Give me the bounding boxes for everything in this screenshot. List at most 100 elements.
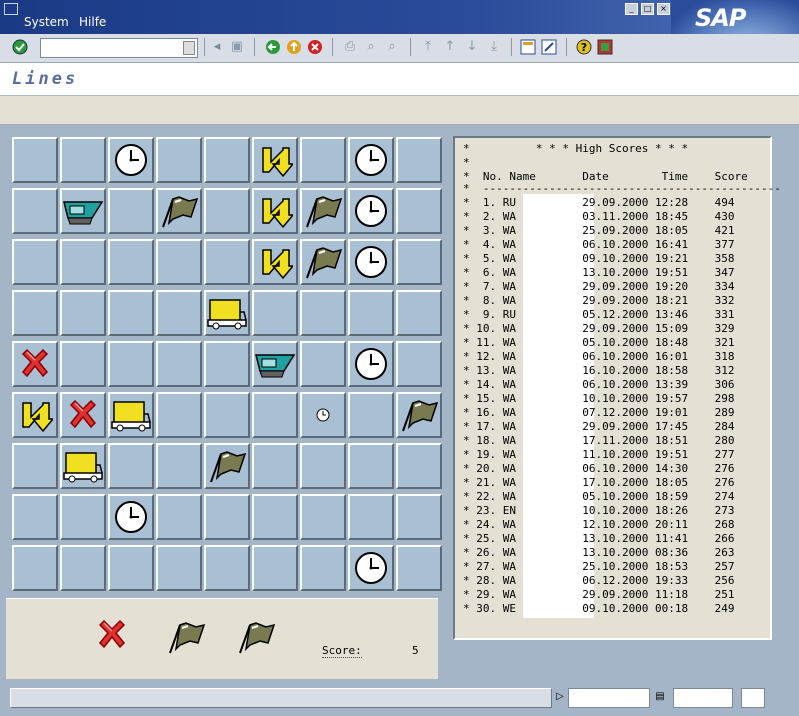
board-cell[interactable] (108, 443, 154, 489)
board-cell[interactable] (348, 239, 394, 285)
board-cell[interactable] (108, 341, 154, 387)
command-history-icon[interactable] (183, 41, 195, 55)
clock-icon[interactable] (350, 190, 392, 232)
new-session-icon[interactable] (520, 39, 536, 55)
lightning-bolt-icon[interactable] (14, 394, 56, 436)
board-cell[interactable] (252, 239, 298, 285)
board-cell[interactable] (396, 188, 442, 234)
board-cell[interactable] (348, 137, 394, 183)
board-cell[interactable] (108, 494, 154, 540)
board-cell[interactable] (396, 494, 442, 540)
board-cell[interactable] (204, 239, 250, 285)
board-cell[interactable] (348, 341, 394, 387)
enter-icon[interactable] (12, 39, 28, 55)
board-cell[interactable] (204, 341, 250, 387)
board-cell[interactable] (156, 494, 202, 540)
board-cell[interactable] (396, 443, 442, 489)
board-cell[interactable] (108, 137, 154, 183)
board-cell[interactable] (252, 137, 298, 183)
lightning-bolt-icon[interactable] (254, 190, 296, 232)
command-field[interactable] (40, 38, 198, 58)
board-cell[interactable] (252, 392, 298, 438)
board-cell[interactable] (300, 239, 346, 285)
flag-icon[interactable] (398, 394, 440, 436)
clock-icon[interactable] (350, 241, 392, 283)
clock-icon[interactable] (110, 139, 152, 181)
board-cell[interactable] (204, 188, 250, 234)
board-cell[interactable] (12, 341, 58, 387)
board-cell[interactable] (300, 494, 346, 540)
board-cell[interactable] (12, 290, 58, 336)
board-cell[interactable] (108, 392, 154, 438)
board-cell[interactable] (12, 188, 58, 234)
layout-menu-icon[interactable] (597, 39, 613, 55)
red-cross-icon[interactable] (14, 343, 56, 385)
board-cell[interactable] (300, 443, 346, 489)
truck-icon[interactable] (110, 394, 152, 436)
flag-icon[interactable] (158, 190, 200, 232)
board-cell[interactable] (252, 341, 298, 387)
lightning-bolt-icon[interactable] (254, 241, 296, 283)
find-next-icon[interactable]: ⌕ (384, 39, 400, 55)
board-cell[interactable] (108, 290, 154, 336)
eraser-icon[interactable] (254, 343, 296, 385)
eraser-icon[interactable] (62, 190, 104, 232)
board-cell[interactable] (108, 188, 154, 234)
board-cell[interactable] (12, 545, 58, 591)
print-icon[interactable]: ⎙ (342, 39, 358, 55)
cancel-icon[interactable] (307, 39, 323, 55)
board-cell[interactable] (348, 545, 394, 591)
board-cell[interactable] (300, 545, 346, 591)
board-cell[interactable] (60, 239, 106, 285)
board-cell[interactable] (12, 137, 58, 183)
shortcut-icon[interactable] (541, 39, 557, 55)
board-cell[interactable] (156, 443, 202, 489)
board-cell[interactable] (60, 290, 106, 336)
clock-icon[interactable] (350, 343, 392, 385)
maximize-button[interactable]: □ (641, 3, 654, 15)
board-cell[interactable] (204, 290, 250, 336)
next-page-icon[interactable]: ↓ (464, 39, 480, 55)
board-cell[interactable] (204, 392, 250, 438)
board-cell[interactable] (252, 545, 298, 591)
board-cell[interactable] (156, 188, 202, 234)
status-expand-icon[interactable]: ▷ (552, 689, 568, 705)
board-cell[interactable] (60, 392, 106, 438)
board-cell[interactable] (204, 137, 250, 183)
small-clock-icon[interactable] (302, 394, 344, 436)
lightning-bolt-icon[interactable] (254, 139, 296, 181)
flag-icon[interactable] (206, 445, 248, 487)
truck-icon[interactable] (62, 445, 104, 487)
board-cell[interactable] (12, 392, 58, 438)
flag-icon[interactable] (302, 190, 344, 232)
board-cell[interactable] (348, 443, 394, 489)
board-cell[interactable] (348, 188, 394, 234)
board-cell[interactable] (396, 137, 442, 183)
board-cell[interactable] (300, 341, 346, 387)
clock-icon[interactable] (350, 139, 392, 181)
board-cell[interactable] (252, 494, 298, 540)
board-cell[interactable] (396, 239, 442, 285)
board-cell[interactable] (12, 239, 58, 285)
red-cross-icon[interactable] (62, 394, 104, 436)
board-cell[interactable] (60, 443, 106, 489)
board-cell[interactable] (108, 239, 154, 285)
exit-icon[interactable] (286, 39, 302, 55)
find-icon[interactable]: ⌕ (363, 39, 379, 55)
board-cell[interactable] (108, 545, 154, 591)
window-menu-icon[interactable] (4, 3, 18, 15)
board-cell[interactable] (396, 341, 442, 387)
save-icon[interactable]: ▣ (229, 39, 245, 55)
board-cell[interactable] (156, 239, 202, 285)
board-cell[interactable] (300, 290, 346, 336)
board-cell[interactable] (156, 290, 202, 336)
board-cell[interactable] (60, 545, 106, 591)
clock-icon[interactable] (110, 496, 152, 538)
board-cell[interactable] (204, 545, 250, 591)
board-cell[interactable] (348, 494, 394, 540)
board-cell[interactable] (60, 188, 106, 234)
back-icon[interactable] (265, 39, 281, 55)
board-cell[interactable] (12, 494, 58, 540)
board-cell[interactable] (204, 443, 250, 489)
menu-help[interactable]: Hilfe (79, 15, 106, 29)
